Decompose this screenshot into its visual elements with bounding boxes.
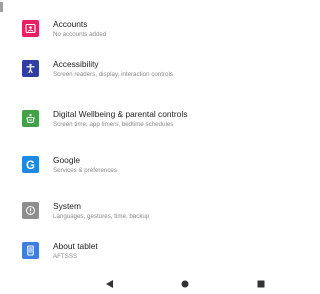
settings-item-system[interactable]: System Languages, gestures, time, backup	[0, 196, 279, 236]
back-triangle-icon	[105, 280, 113, 288]
settings-item-title: Accounts	[53, 19, 88, 29]
settings-item-digital-wellbeing[interactable]: Digital Wellbeing & parental controls Sc…	[0, 104, 279, 144]
edge-marker	[0, 2, 3, 12]
svg-text:G: G	[26, 160, 35, 171]
settings-item-accessibility[interactable]: Accessibility Screen readers, display, i…	[0, 54, 279, 94]
back-button[interactable]	[103, 278, 115, 290]
settings-item-subtitle: Screen time, app timers, bedtime schedul…	[53, 121, 174, 128]
google-icon: G	[22, 156, 39, 173]
settings-item-accounts[interactable]: Accounts No accounts added	[0, 14, 279, 54]
settings-item-google[interactable]: G Google Services & preferences	[0, 150, 279, 190]
tablet-icon	[22, 242, 39, 259]
settings-item-title: System	[53, 201, 81, 211]
settings-item-title: Accessibility	[53, 59, 99, 69]
accounts-icon	[22, 20, 39, 37]
navigation-bar	[0, 272, 279, 294]
settings-item-subtitle: No accounts added	[53, 31, 107, 38]
home-circle-icon	[181, 280, 189, 288]
overview-square-icon	[257, 280, 265, 288]
accessibility-icon	[22, 60, 39, 77]
system-icon	[22, 202, 39, 219]
home-button[interactable]	[179, 278, 191, 290]
digital-wellbeing-icon	[22, 110, 39, 127]
settings-item-subtitle: Screen readers, display, interaction con…	[53, 71, 173, 78]
settings-item-title: Google	[53, 155, 81, 165]
settings-item-subtitle: Services & preferences	[53, 167, 117, 174]
overview-button[interactable]	[255, 278, 267, 290]
settings-item-title: Digital Wellbeing & parental controls	[53, 109, 188, 119]
settings-item-about-tablet[interactable]: About tablet AFTSSS	[0, 236, 279, 276]
settings-item-title: About tablet	[53, 241, 98, 251]
settings-item-subtitle: AFTSSS	[53, 253, 78, 260]
settings-item-subtitle: Languages, gestures, time, backup	[53, 213, 150, 220]
settings-screen: Accounts No accounts added Accessibility…	[0, 0, 279, 294]
